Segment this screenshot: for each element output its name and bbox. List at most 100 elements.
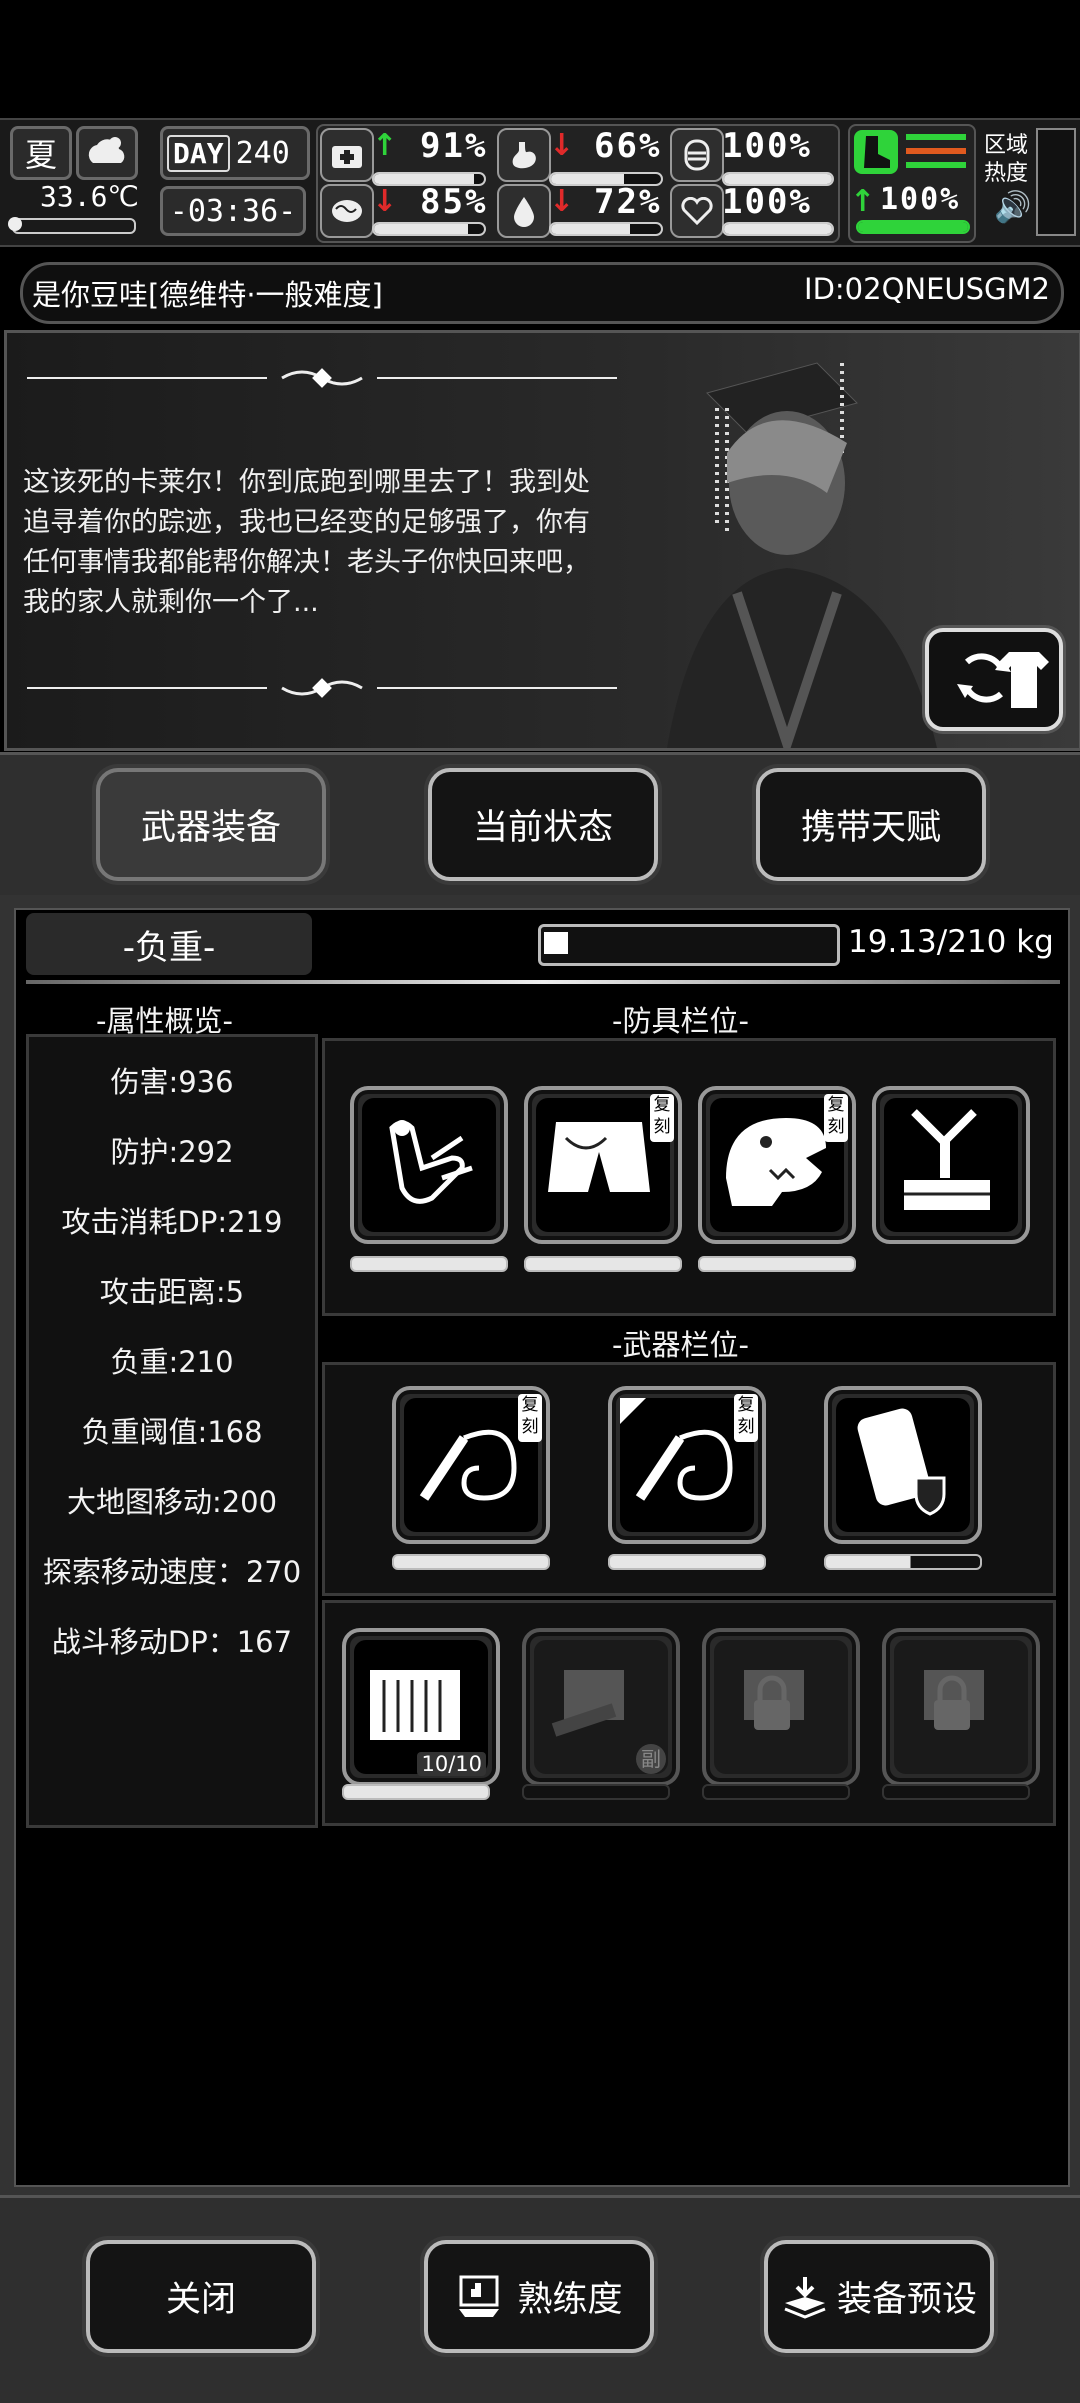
heart-bar: [722, 222, 834, 236]
weight-value: 19.13/210 kg: [848, 924, 1054, 960]
proficiency-button[interactable]: 熟练度: [424, 2240, 654, 2353]
change-outfit-button[interactable]: [925, 628, 1063, 731]
story-text: 这该死的卡莱尔！你到底跑到哪里去了！我到处追寻着你的踪迹，我也已经变的足够强了，…: [23, 467, 590, 618]
weapon-slots-title: -武器栏位-: [612, 1328, 749, 1362]
ornament-bottom: [27, 678, 617, 698]
attributes-panel: 伤害:936 防护:292 攻击消耗DP:219 攻击距离:5 负重:210 负…: [26, 1034, 318, 1828]
replica-badge: 复刻: [650, 1094, 674, 1142]
mood-trend-icon: ↓: [372, 184, 398, 219]
thirst-trend-icon: ↓: [549, 184, 575, 219]
extra-slot-locked-1[interactable]: [702, 1628, 860, 1786]
heart-pct: 100%: [722, 182, 812, 222]
heart-icon: [670, 184, 724, 238]
weight-label: -负重-: [26, 913, 312, 975]
thirst-bar: [549, 222, 663, 236]
ornament-top: [27, 368, 617, 388]
tab-weapons[interactable]: 武器装备: [96, 768, 326, 881]
armor-slots-title: -防具栏位-: [612, 1004, 749, 1038]
weight-bar: [538, 924, 840, 966]
player-name: 是你豆哇[德维特·一般难度]: [32, 278, 383, 312]
replica-badge: 复刻: [518, 1394, 542, 1442]
stamina-stripe-2: [906, 148, 966, 154]
armor-vest-icon: [670, 128, 724, 182]
zone-heat[interactable]: 区域 热度: [984, 132, 1028, 188]
temperature-gauge: [8, 217, 136, 234]
thirst-pct: 72%: [594, 182, 662, 222]
day-value: 240: [235, 135, 290, 171]
equipment-preset-button[interactable]: 装备预设: [764, 2240, 994, 2353]
heat-label: 热度: [984, 161, 1029, 186]
whip-icon: [419, 1429, 517, 1501]
ammo-count: 10/10: [417, 1752, 486, 1776]
extra-slot-locked-2-bar: [882, 1784, 1030, 1800]
stamina-pct: 100%: [880, 182, 961, 217]
attr-load: 负重:210: [110, 1345, 234, 1379]
weight-bar-fill: [544, 932, 568, 954]
weapon-slot-2[interactable]: 复刻: [608, 1386, 766, 1544]
tab-talents[interactable]: 携带天赋: [756, 768, 986, 881]
weather-icon: [76, 126, 138, 180]
attr-attack-range: 攻击距离:5: [99, 1275, 245, 1309]
proficiency-label: 熟练度: [517, 2280, 623, 2320]
dinosaur-head-icon: [726, 1118, 826, 1206]
divider: [26, 980, 1060, 984]
close-button[interactable]: 关闭: [86, 2240, 316, 2353]
attr-attack-cost: 攻击消耗DP:219: [61, 1205, 283, 1239]
attr-combat-move: 战斗移动DP：167: [51, 1625, 293, 1659]
mood-pct: 85%: [420, 182, 488, 222]
preset-label: 装备预设: [836, 2280, 977, 2320]
armor-slot-3-durability: [698, 1256, 856, 1272]
water-drop-icon: [497, 184, 551, 238]
extra-slot-ammo-bar: [342, 1784, 490, 1800]
armor-slot-2[interactable]: 复刻: [524, 1086, 682, 1244]
season-label: 夏: [24, 136, 57, 174]
stamina-stripe-1: [906, 134, 966, 140]
backpack-frame-icon: [904, 1109, 990, 1210]
preset-icon: [784, 2276, 826, 2319]
weapon-slot-3[interactable]: [824, 1386, 982, 1544]
lock-icon: [924, 1670, 984, 1730]
extra-slot-ammo[interactable]: 10/10: [342, 1628, 500, 1786]
hunger-pct: 66%: [594, 126, 662, 166]
boot-icon: [854, 130, 898, 174]
weapon-slot-1-durability: [392, 1554, 550, 1570]
armor-slot-2-durability: [524, 1256, 682, 1272]
season-badge: 夏: [10, 126, 72, 180]
zone-heat-gauge: [1036, 128, 1076, 236]
zone-label: 区域: [984, 133, 1029, 158]
health-trend-icon: ↑: [372, 128, 398, 163]
stamina-stripe-3: [906, 162, 966, 168]
ammo-crate-icon: [370, 1670, 460, 1740]
attr-explore-speed: 探索移动速度：270: [42, 1555, 302, 1589]
day-label: DAY: [167, 134, 230, 172]
refresh-shirt-icon: [957, 652, 1049, 708]
weapon-slot-1[interactable]: 复刻: [392, 1386, 550, 1544]
whip-icon: [620, 1398, 733, 1501]
extra-slot-locked-1-bar: [702, 1784, 850, 1800]
armor-pct: 100%: [722, 126, 812, 166]
extra-slot-locked-2[interactable]: [882, 1628, 1040, 1786]
attr-load-threshold: 负重阈值:168: [81, 1415, 263, 1449]
offhand-badge: 副: [636, 1744, 666, 1774]
weapon-slot-3-durability: [824, 1554, 982, 1570]
day-counter: DAY 240: [160, 126, 310, 180]
speaker-icon[interactable]: 🔊: [994, 190, 1031, 225]
armor-slot-1[interactable]: [350, 1086, 508, 1244]
armor-slot-3[interactable]: 复刻: [698, 1086, 856, 1244]
tab-status[interactable]: 当前状态: [428, 768, 658, 881]
replica-badge: 复刻: [824, 1094, 848, 1142]
armor-slot-4[interactable]: [872, 1086, 1030, 1244]
player-id: ID:02QNEUSGM2: [804, 272, 1050, 306]
shorts-icon: [548, 1122, 650, 1192]
stomach-icon: [497, 128, 551, 182]
extra-slot-offhand[interactable]: 副: [522, 1628, 680, 1786]
lock-icon: [744, 1670, 804, 1730]
skeleton-hand-icon: [389, 1120, 473, 1204]
replica-badge: 复刻: [734, 1394, 758, 1442]
temperature: 33.6℃: [40, 180, 139, 213]
attr-damage: 伤害:936: [110, 1065, 234, 1099]
brain-icon: [320, 184, 374, 238]
health-pct: 91%: [420, 126, 488, 166]
game-clock: -03:36-: [160, 186, 306, 236]
attr-map-move: 大地图移动:200: [66, 1485, 278, 1519]
